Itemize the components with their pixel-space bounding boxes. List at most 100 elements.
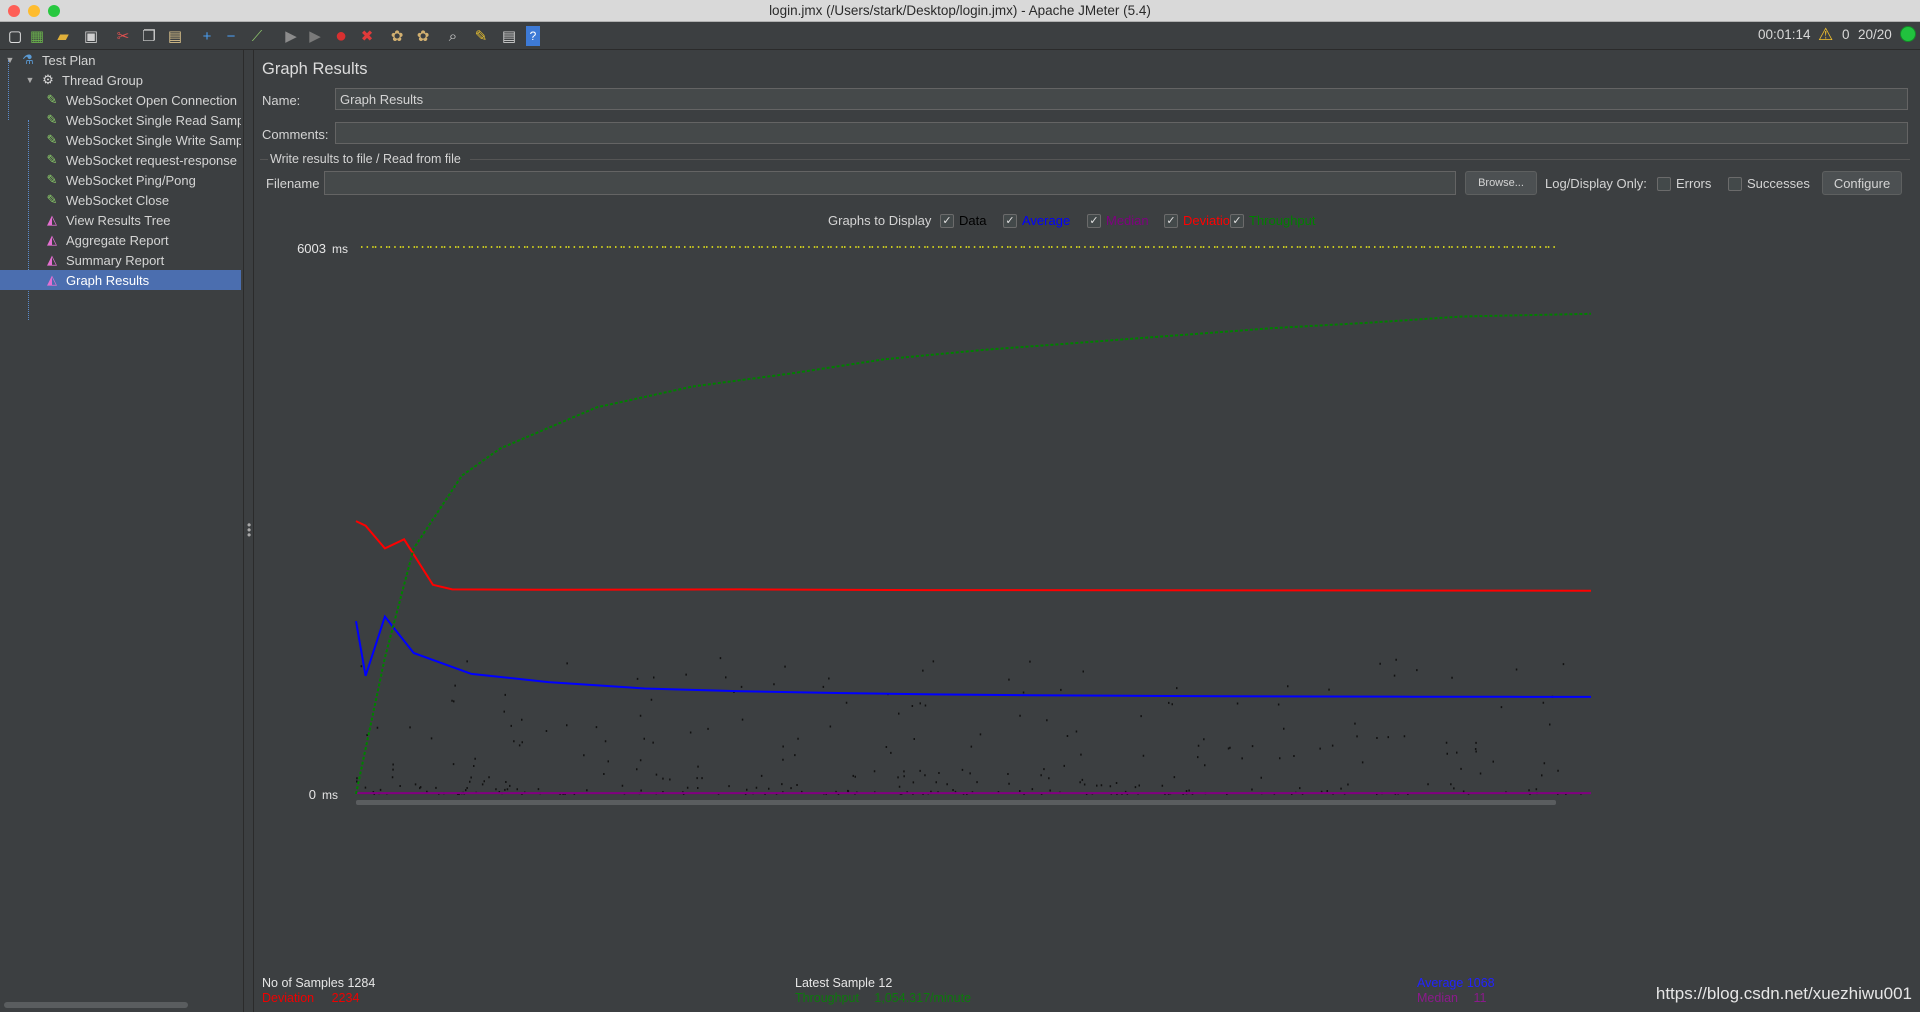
save-icon[interactable]: ▣ <box>80 25 102 47</box>
tree-item-aggregate-report[interactable]: ◭ Aggregate Report <box>0 230 241 250</box>
latest-sample-label: Latest Sample <box>795 976 875 990</box>
flask-icon: ⚗ <box>22 52 34 67</box>
clear-icon[interactable]: ✿ <box>386 25 408 47</box>
split-pane-divider[interactable]: • • • <box>244 50 254 1012</box>
tree-item-websocket-single-write-sampler[interactable]: ✎ WebSocket Single Write Sampler <box>0 130 241 150</box>
toolbar: ▢ ▦ ▰ ▣ ✂ ❐ ▤ + − ⟋ ▶ ▶ ● ✖ ✿ ✿ ⌕ ✎ ▤? 00:01:14 ⚠ 0 20/20 <box>0 22 1920 50</box>
browse-button[interactable]: Browse... <box>1465 171 1537 195</box>
tree-item-label: Graph Results <box>66 272 150 288</box>
elapsed-time: 00:01:14 <box>1758 27 1811 42</box>
tree-item-test-plan[interactable]: ▼ ⚗ Test Plan <box>0 50 241 70</box>
successes-checkbox[interactable] <box>1728 177 1742 191</box>
tree-item-label: View Results Tree <box>66 212 171 228</box>
name-label: Name: <box>262 93 301 108</box>
warning-count: 0 <box>1842 27 1850 42</box>
name-field[interactable]: Graph Results <box>335 88 1908 110</box>
pipette-icon: ✎ <box>46 92 58 107</box>
chart-icon: ◭ <box>47 212 57 227</box>
tree-item-label: Test Plan <box>42 52 96 68</box>
expand-icon[interactable]: + <box>196 25 218 47</box>
samples-label: No of Samples <box>262 976 344 990</box>
successes-label: Successes <box>1747 176 1810 191</box>
graph-option-median-label: Median <box>1106 213 1149 228</box>
tree-item-websocket-open-connection[interactable]: ✎ WebSocket Open Connection <box>0 90 241 110</box>
throughput-value: 1,054.317/minute <box>874 991 972 1005</box>
graph-option-throughput-checkbox[interactable]: ✓ <box>1230 214 1244 228</box>
y-max-label: 6003 <box>297 241 326 256</box>
group-border <box>260 159 268 160</box>
deviation-label: Deviation <box>262 991 315 1005</box>
comments-field[interactable] <box>335 122 1908 144</box>
graph-option-data-label: Data <box>959 213 987 228</box>
pipette-icon: ✎ <box>46 172 58 187</box>
tree-item-websocket-close[interactable]: ✎ WebSocket Close <box>0 190 241 210</box>
expand-toggle-icon[interactable]: ▼ <box>24 75 36 85</box>
average-label: Average <box>1417 976 1464 990</box>
start-no-pause-icon[interactable]: ▶ <box>304 25 326 47</box>
expand-toggle-icon[interactable]: ▼ <box>4 55 16 65</box>
deviation-value: 2234 <box>331 991 360 1005</box>
errors-checkbox[interactable] <box>1657 177 1671 191</box>
tree-item-label: WebSocket Single Write Sampler <box>66 132 241 148</box>
tree-item-label: WebSocket request-response Sampler <box>66 152 241 168</box>
collapse-icon[interactable]: − <box>220 25 242 47</box>
copy-icon[interactable]: ❐ <box>138 25 160 47</box>
help-icon[interactable]: ? <box>526 26 540 46</box>
tree-item-label: WebSocket Open Connection <box>66 92 238 108</box>
graph-option-throughput-label: Throughput <box>1249 213 1316 228</box>
window-titlebar: login.jmx (/Users/stark/Desktop/login.jm… <box>0 0 1920 22</box>
graph-option-deviation-checkbox[interactable]: ✓ <box>1164 214 1178 228</box>
tree-item-label: WebSocket Close <box>66 192 170 208</box>
y-min-label: 0 <box>309 787 316 802</box>
tree-item-label: WebSocket Single Read Sampler <box>66 112 241 128</box>
average-value: 1068 <box>1466 976 1495 990</box>
templates-icon[interactable]: ▦ <box>26 25 48 47</box>
tree-item-label: Summary Report <box>66 252 165 268</box>
reset-search-icon[interactable]: ✎ <box>470 25 492 47</box>
y-max-unit: ms <box>332 242 348 256</box>
series-throughput-line <box>355 312 1592 795</box>
graph-option-average-checkbox[interactable]: ✓ <box>1003 214 1017 228</box>
tree-horizontal-scrollbar[interactable] <box>4 1002 188 1008</box>
data-points <box>356 657 1582 795</box>
graphs-to-display-label: Graphs to Display <box>828 213 932 228</box>
graph-results-panel: Graph Results Name: Graph Results Commen… <box>256 50 1920 1012</box>
comments-label: Comments: <box>262 127 329 142</box>
configure-button[interactable]: Configure <box>1822 171 1902 195</box>
tree-item-websocket-single-read-sampler[interactable]: ✎ WebSocket Single Read Sampler <box>0 110 241 130</box>
chart-icon: ◭ <box>47 252 57 267</box>
window-title: login.jmx (/Users/stark/Desktop/login.jm… <box>769 3 1151 18</box>
stop-icon[interactable]: ● <box>330 25 352 47</box>
series-average-line <box>355 614 1592 698</box>
filename-label: Filename <box>266 176 320 191</box>
graph-scrollbar <box>356 800 1556 805</box>
cut-icon[interactable]: ✂ <box>112 25 134 47</box>
tree-item-websocket-request-response-sampler[interactable]: ✎ WebSocket request-response Sampler <box>0 150 241 170</box>
tree-item-graph-results[interactable]: ◭ Graph Results <box>0 270 241 290</box>
warning-icon[interactable]: ⚠ <box>1818 25 1833 45</box>
open-icon[interactable]: ▰ <box>52 25 74 47</box>
gear-icon: ⚙ <box>42 72 54 87</box>
clear-all-icon[interactable]: ✿ <box>412 25 434 47</box>
results-graph: 6003 ms 0 ms <box>297 241 1592 805</box>
paste-icon[interactable]: ▤ <box>164 25 186 47</box>
function-helper-icon[interactable]: ▤ <box>498 25 520 47</box>
group-border <box>470 159 1910 160</box>
filename-input[interactable] <box>324 171 1456 195</box>
new-icon[interactable]: ▢ <box>4 25 26 47</box>
graph-option-median-checkbox[interactable]: ✓ <box>1087 214 1101 228</box>
start-icon[interactable]: ▶ <box>280 25 302 47</box>
graph-option-data-checkbox[interactable]: ✓ <box>940 214 954 228</box>
active-threads: 20/20 <box>1858 27 1892 42</box>
shutdown-icon[interactable]: ✖ <box>356 25 378 47</box>
tree-item-label: Thread Group <box>62 72 143 88</box>
tree-item-websocket-ping-pong[interactable]: ✎ WebSocket Ping/Pong <box>0 170 241 190</box>
errors-label: Errors <box>1676 176 1712 191</box>
chart-icon: ◭ <box>47 272 57 287</box>
search-icon[interactable]: ⌕ <box>442 25 464 47</box>
tree-item-view-results-tree[interactable]: ◭ View Results Tree <box>0 210 241 230</box>
tree-item-thread-group[interactable]: ▼ ⚙ Thread Group <box>0 70 241 90</box>
tree-item-summary-report[interactable]: ◭ Summary Report <box>0 250 241 270</box>
pipette-icon: ✎ <box>46 132 58 147</box>
toggle-icon[interactable]: ⟋ <box>246 25 268 47</box>
